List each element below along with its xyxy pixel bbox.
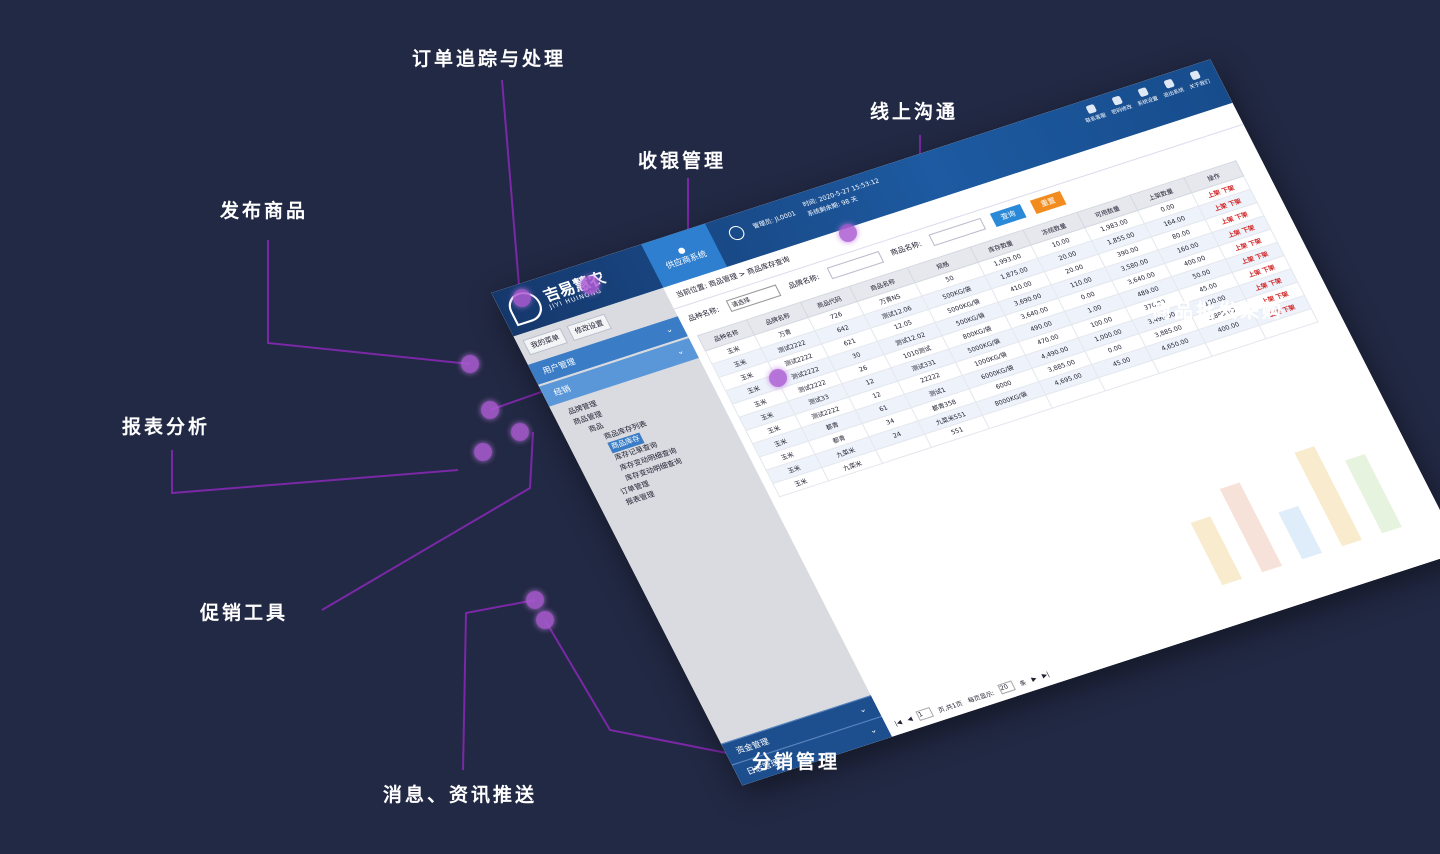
- reset-button[interactable]: 重置: [1029, 190, 1067, 214]
- marker-inventory: [769, 369, 787, 387]
- page-input[interactable]: 1: [915, 706, 935, 721]
- tool-label: 系统设置: [1136, 95, 1160, 108]
- presentation-stage: 吉易慧农 JIYI HUINONG ● 供应商系统 管理员: JL0001 时间…: [0, 0, 1440, 854]
- brand-label: 品牌名称:: [786, 273, 822, 291]
- chevron-down-icon: ⌄: [674, 345, 686, 357]
- marker-online-chat: [839, 224, 857, 242]
- marker-message-push: [526, 591, 544, 609]
- chevron-down-icon: ⌄: [867, 724, 879, 736]
- product-label: 商品名称:: [889, 239, 924, 258]
- line-publish-product: [267, 240, 471, 365]
- chevron-down-icon: ⌄: [857, 704, 869, 715]
- category-label: 品种名称:: [686, 305, 721, 324]
- marker-distribution: [536, 611, 554, 629]
- per-page-label: 每页显示:: [966, 689, 996, 705]
- label-distribution: 分销管理: [752, 751, 841, 773]
- label-online-chat: 线上沟通: [870, 101, 959, 123]
- line-promotion: [321, 431, 534, 611]
- marker-promotion: [511, 423, 529, 441]
- next-page-icon[interactable]: ▶: [1030, 674, 1038, 682]
- label-cashier: 收银管理: [638, 150, 727, 172]
- tab-modify-settings[interactable]: 修改设置: [566, 313, 612, 342]
- tool-label: 密码修改: [1110, 103, 1134, 117]
- avatar-icon: [726, 224, 748, 242]
- background-chart-decoration: [1169, 416, 1422, 585]
- tool-settings[interactable]: 系统设置: [1131, 85, 1159, 108]
- info-icon: [1189, 70, 1202, 81]
- per-page-unit: 条: [1018, 678, 1028, 688]
- marker-report-analysis: [474, 443, 492, 461]
- tab-my-menu[interactable]: 我的菜单: [522, 327, 569, 356]
- tool-logout[interactable]: 退出系统: [1157, 77, 1186, 100]
- lock-icon: [1111, 95, 1124, 106]
- tool-label: 关于我们: [1188, 78, 1212, 91]
- logout-icon: [1163, 78, 1176, 89]
- marker-order-tracking: [513, 289, 531, 307]
- prev-page-icon[interactable]: ◀: [906, 715, 914, 723]
- chevron-down-icon: ⌄: [663, 324, 675, 335]
- label-publish-product: 发布商品: [220, 200, 309, 222]
- label-promotion: 促销工具: [200, 602, 289, 624]
- headset-icon: [1085, 103, 1098, 115]
- tool-contact-service[interactable]: 联系客服: [1079, 102, 1107, 125]
- marker-cashier: [581, 276, 599, 294]
- total-pages: 页,共1页: [936, 699, 964, 715]
- last-page-icon[interactable]: ▶|: [1041, 670, 1051, 679]
- menu-label: 用户管理: [540, 356, 578, 376]
- marker-wholesale: [481, 401, 499, 419]
- per-page-select[interactable]: 20: [997, 680, 1017, 695]
- marker-publish-product: [461, 355, 479, 373]
- wrench-icon: [1137, 87, 1150, 98]
- first-page-icon[interactable]: |◀: [893, 718, 903, 727]
- tool-label: 联系客服: [1084, 112, 1108, 125]
- line-report-analysis: [171, 450, 459, 495]
- query-button[interactable]: 查询: [989, 203, 1027, 227]
- tool-change-password[interactable]: 密码修改: [1105, 94, 1134, 117]
- line-message-push: [462, 599, 536, 771]
- label-message-push: 消息、资讯推送: [383, 784, 538, 806]
- label-wholesale: 商品批发采购: [1152, 300, 1285, 322]
- label-inventory: 进销存管理: [1055, 564, 1166, 586]
- label-order-tracking: 订单追踪与处理: [412, 48, 567, 70]
- line-order-tracking: [501, 79, 521, 299]
- tool-about[interactable]: 关于我们: [1183, 68, 1211, 91]
- admin-label: 管理员: JL0001: [751, 210, 798, 231]
- tool-label: 退出系统: [1162, 87, 1186, 100]
- menu-label: 经销: [551, 383, 573, 398]
- label-report-analysis: 报表分析: [122, 416, 211, 438]
